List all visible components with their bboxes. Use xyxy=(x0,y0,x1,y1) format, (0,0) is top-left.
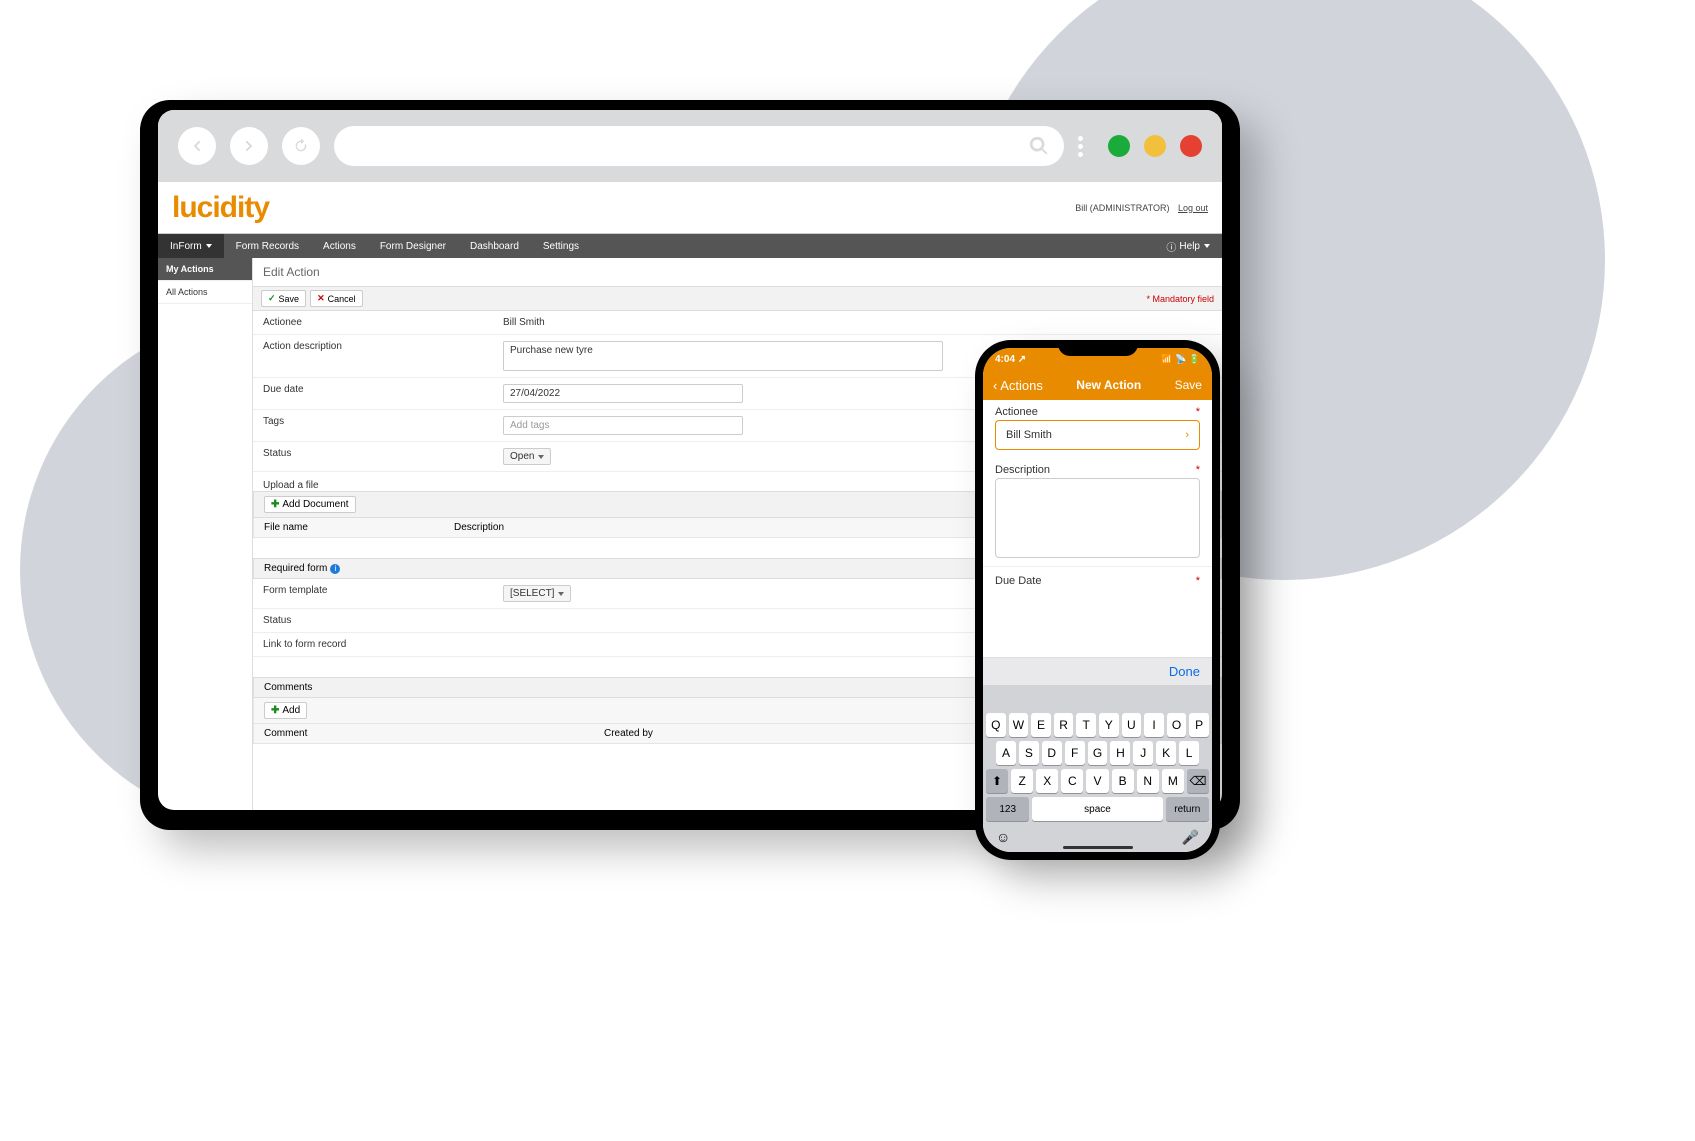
actionee-label: Actionee xyxy=(263,317,503,328)
key-backspace[interactable]: ⌫ xyxy=(1187,769,1209,793)
forward-button[interactable] xyxy=(230,127,268,165)
key-l[interactable]: L xyxy=(1179,741,1199,765)
page-title: Edit Action xyxy=(253,258,1222,287)
status-label: Status xyxy=(263,448,503,459)
nav-form-designer[interactable]: Form Designer xyxy=(368,234,458,258)
key-a[interactable]: A xyxy=(996,741,1016,765)
key-p[interactable]: P xyxy=(1189,713,1209,737)
emoji-icon[interactable]: ☺ xyxy=(996,829,1010,846)
logout-link[interactable]: Log out xyxy=(1178,203,1208,213)
m-actionee-select[interactable]: Bill Smith› xyxy=(995,420,1200,450)
nav-form-records[interactable]: Form Records xyxy=(224,234,311,258)
key-m[interactable]: M xyxy=(1162,769,1184,793)
sidebar-item-all-actions[interactable]: All Actions xyxy=(158,281,252,304)
back-button[interactable] xyxy=(178,127,216,165)
info-icon[interactable]: i xyxy=(330,564,340,574)
suggestion-bar xyxy=(986,689,1209,709)
username-label: Bill (ADMINISTRATOR) xyxy=(1075,203,1169,213)
key-f[interactable]: F xyxy=(1065,741,1085,765)
key-o[interactable]: O xyxy=(1167,713,1187,737)
key-d[interactable]: D xyxy=(1042,741,1062,765)
form-toolbar: ✓Save ✕Cancel * Mandatory field xyxy=(253,287,1222,311)
key-g[interactable]: G xyxy=(1088,741,1108,765)
user-info: Bill (ADMINISTRATOR) Log out xyxy=(1075,203,1208,213)
key-v[interactable]: V xyxy=(1086,769,1108,793)
signal-wifi-battery-icons: 📶 📡 🔋 xyxy=(1161,354,1200,365)
mandatory-field-note: * Mandatory field xyxy=(1146,294,1214,304)
nav-brand-dropdown[interactable]: InForm xyxy=(158,234,224,258)
key-x[interactable]: X xyxy=(1036,769,1058,793)
add-comment-button[interactable]: ✚Add xyxy=(264,702,307,719)
keyboard-done-button[interactable]: Done xyxy=(983,657,1212,685)
key-n[interactable]: N xyxy=(1137,769,1159,793)
key-s[interactable]: S xyxy=(1019,741,1039,765)
mobile-back-button[interactable]: ‹ Actions xyxy=(993,378,1043,393)
key-b[interactable]: B xyxy=(1112,769,1134,793)
traffic-lights xyxy=(1108,135,1202,157)
mobile-save-button[interactable]: Save xyxy=(1175,378,1202,392)
key-123[interactable]: 123 xyxy=(986,797,1029,821)
save-button[interactable]: ✓Save xyxy=(261,290,306,307)
key-k[interactable]: K xyxy=(1156,741,1176,765)
search-icon xyxy=(1028,135,1050,157)
add-document-button[interactable]: ✚Add Document xyxy=(264,496,356,513)
key-space[interactable]: space xyxy=(1032,797,1162,821)
key-w[interactable]: W xyxy=(1009,713,1029,737)
mobile-nav-bar: ‹ Actions New Action Save xyxy=(983,370,1212,400)
keyboard: Q W E R T Y U I O P A S D F G H J K L xyxy=(983,685,1212,852)
key-j[interactable]: J xyxy=(1133,741,1153,765)
description-input[interactable]: Purchase new tyre xyxy=(503,341,943,371)
mobile-title: New Action xyxy=(1076,378,1141,392)
key-i[interactable]: I xyxy=(1144,713,1164,737)
home-indicator[interactable] xyxy=(1063,846,1133,849)
key-c[interactable]: C xyxy=(1061,769,1083,793)
key-r[interactable]: R xyxy=(1054,713,1074,737)
m-description-label: Description xyxy=(995,464,1050,476)
description-label: Action description xyxy=(263,341,503,352)
form-template-label: Form template xyxy=(263,585,503,596)
key-q[interactable]: Q xyxy=(986,713,1006,737)
menu-icon[interactable] xyxy=(1078,136,1084,157)
mic-icon[interactable]: 🎤 xyxy=(1182,829,1199,846)
key-t[interactable]: T xyxy=(1076,713,1096,737)
phone-device-frame: 4:04 ↗ 📶 📡 🔋 ‹ Actions New Action Save A… xyxy=(975,340,1220,860)
app-header: lucidity Bill (ADMINISTRATOR) Log out xyxy=(158,182,1222,234)
browser-chrome-toolbar xyxy=(158,110,1222,182)
m-description-input[interactable] xyxy=(995,478,1200,558)
key-h[interactable]: H xyxy=(1110,741,1130,765)
cancel-button[interactable]: ✕Cancel xyxy=(310,290,363,307)
logo: lucidity xyxy=(172,191,269,225)
tags-label: Tags xyxy=(263,416,503,427)
key-shift[interactable]: ⬆ xyxy=(986,769,1008,793)
reload-button[interactable] xyxy=(282,127,320,165)
link-form-record-label: Link to form record xyxy=(263,639,503,650)
status-select[interactable]: Open xyxy=(503,448,551,465)
key-return[interactable]: return xyxy=(1166,797,1209,821)
due-date-label: Due date xyxy=(263,384,503,395)
sidebar: My Actions All Actions xyxy=(158,258,253,810)
rf-status-label: Status xyxy=(263,615,503,626)
m-actionee-label: Actionee xyxy=(995,406,1038,418)
nav-actions[interactable]: Actions xyxy=(311,234,368,258)
nav-help[interactable]: ⓘHelp xyxy=(1154,234,1222,258)
m-duedate-label: Due Date xyxy=(995,575,1041,587)
key-u[interactable]: U xyxy=(1122,713,1142,737)
form-template-select[interactable]: [SELECT] xyxy=(503,585,571,602)
nav-dashboard[interactable]: Dashboard xyxy=(458,234,531,258)
actionee-value: Bill Smith xyxy=(503,317,1212,328)
key-z[interactable]: Z xyxy=(1011,769,1033,793)
key-e[interactable]: E xyxy=(1031,713,1051,737)
tags-input[interactable]: Add tags xyxy=(503,416,743,435)
sidebar-item-my-actions[interactable]: My Actions xyxy=(158,258,252,281)
address-bar[interactable] xyxy=(334,126,1064,166)
main-nav: InForm Form Records Actions Form Designe… xyxy=(158,234,1222,258)
due-date-input[interactable]: 27/04/2022 xyxy=(503,384,743,403)
key-y[interactable]: Y xyxy=(1099,713,1119,737)
chevron-right-icon: › xyxy=(1185,429,1189,441)
phone-notch xyxy=(1058,340,1138,356)
nav-settings[interactable]: Settings xyxy=(531,234,591,258)
